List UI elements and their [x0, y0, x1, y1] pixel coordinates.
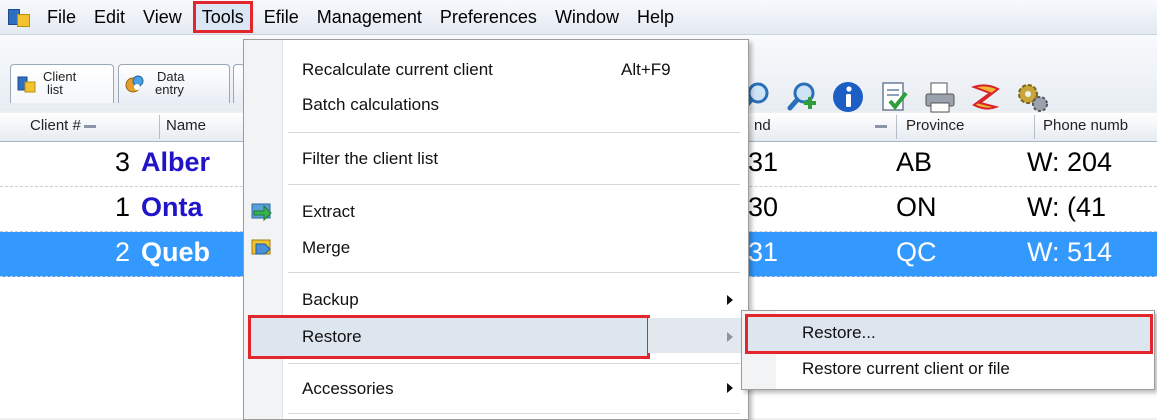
menu-item-extract[interactable]: Extract	[302, 202, 355, 222]
client-name: Onta	[141, 192, 203, 222]
client-province: AB	[896, 147, 933, 177]
tab-client-list-label-2: list	[47, 82, 63, 97]
data-entry-icon	[125, 75, 144, 93]
column-client-number-label: Client #	[30, 117, 81, 134]
client-number: 2	[114, 237, 130, 267]
column-province[interactable]: Province	[906, 117, 964, 134]
client-list-icon	[17, 76, 36, 93]
menu-bar: File Edit View Tools Efile Management Pr…	[0, 0, 1157, 35]
column-year-end[interactable]: nd	[754, 117, 771, 134]
client-name: Queb	[141, 237, 211, 267]
client-phone: W: (41	[1027, 192, 1107, 222]
client-province: ON	[896, 192, 937, 222]
menu-file[interactable]: File	[38, 2, 85, 32]
menu-edit[interactable]: Edit	[85, 2, 134, 32]
menu-window[interactable]: Window	[546, 2, 628, 32]
tools-menu: Recalculate current client Alt+F9 Batch …	[243, 39, 749, 420]
tab-data-entry-label-2: entry	[155, 82, 184, 97]
menu-item-accessories[interactable]: Accessories	[302, 379, 394, 399]
client-province: QC	[896, 237, 937, 267]
column-name[interactable]: Name	[166, 117, 206, 134]
menu-separator	[288, 272, 740, 273]
restore-submenu: Restore... Restore current client or fil…	[741, 310, 1155, 390]
tab-client-list[interactable]: Client list	[10, 64, 114, 103]
menu-help[interactable]: Help	[628, 2, 683, 32]
menu-management[interactable]: Management	[308, 2, 431, 32]
submenu-arrow-icon	[727, 332, 733, 342]
shortcut-recalculate: Alt+F9	[621, 60, 671, 79]
client-phone: W: 514	[1027, 237, 1113, 267]
extract-icon	[251, 203, 272, 222]
menu-separator	[288, 413, 740, 414]
print-icon[interactable]	[922, 79, 958, 115]
submenu-arrow-icon	[727, 383, 733, 393]
client-number: 3	[114, 147, 130, 177]
column-divider[interactable]	[159, 115, 160, 139]
submenu-arrow-icon	[727, 295, 733, 305]
column-client-number[interactable]: Client #	[30, 117, 99, 134]
menu-item-batch-calculations[interactable]: Batch calculations	[302, 95, 439, 115]
efile-icon[interactable]	[968, 79, 1004, 115]
client-phone: W: 204	[1027, 147, 1113, 177]
menu-separator	[288, 363, 740, 364]
menu-tools[interactable]: Tools	[192, 1, 253, 33]
client-year-end: 30	[748, 192, 779, 222]
menu-separator	[288, 184, 740, 185]
find-client-icon[interactable]	[784, 79, 820, 115]
column-phone[interactable]: Phone numb	[1043, 117, 1128, 134]
app-logo-icon	[8, 7, 30, 27]
submenu-item-restore-current[interactable]: Restore current client or file	[802, 359, 1010, 379]
client-year-end: 31	[748, 237, 779, 267]
menu-view[interactable]: View	[134, 2, 191, 32]
menu-gutter	[244, 40, 283, 419]
client-number: 1	[114, 192, 130, 222]
column-divider[interactable]	[896, 115, 897, 139]
menu-item-backup[interactable]: Backup	[302, 290, 359, 310]
column-divider[interactable]	[1034, 115, 1035, 139]
menu-separator	[288, 132, 740, 133]
info-icon[interactable]	[830, 79, 866, 115]
settings-icon[interactable]	[1014, 79, 1050, 115]
menu-item-restore[interactable]: Restore	[302, 327, 362, 347]
sort-indicator-icon	[83, 124, 96, 128]
menu-item-merge[interactable]: Merge	[302, 238, 350, 258]
menu-item-filter-client-list[interactable]: Filter the client list	[302, 149, 438, 169]
merge-icon	[251, 239, 271, 255]
menu-item-recalculate[interactable]: Recalculate current client	[302, 60, 493, 80]
menu-preferences[interactable]: Preferences	[431, 2, 546, 32]
client-year-end: 31	[748, 147, 779, 177]
submenu-item-restore[interactable]: Restore...	[802, 323, 876, 343]
client-name: Alber	[141, 147, 211, 177]
sort-indicator-icon	[875, 124, 887, 128]
tab-data-entry[interactable]: Data entry	[118, 64, 230, 103]
menu-efile[interactable]: Efile	[255, 2, 308, 32]
column-province-sort	[872, 117, 890, 134]
checklist-icon[interactable]	[876, 79, 912, 115]
